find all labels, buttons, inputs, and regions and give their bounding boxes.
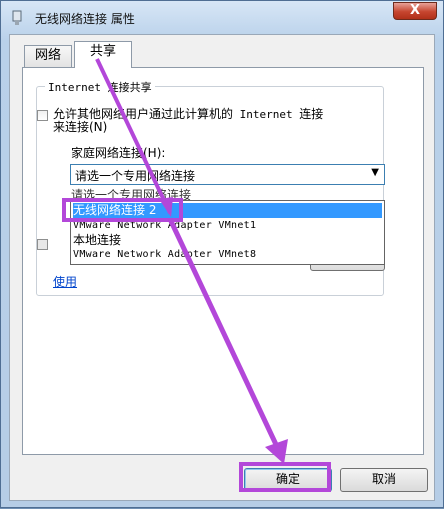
allow-label-line2: 来连接(N) [53, 120, 108, 134]
network-adapter-icon [12, 10, 22, 25]
window-title: 无线网络连接 属性 [35, 12, 135, 26]
use-link[interactable]: 使用 [53, 273, 77, 290]
allow-sharing-checkbox[interactable] [37, 110, 48, 121]
allow-label-part1: 允许其他网络用户通过此计算机的 [53, 107, 234, 121]
home-network-combobox[interactable]: 请选一个专用网络连接 ▼ [70, 164, 385, 185]
tab-network[interactable]: 网络 [24, 45, 72, 67]
list-item-local[interactable]: 本地连接 [73, 233, 382, 248]
close-button[interactable]: X [393, 2, 437, 20]
dialog-client: 网络 共享 Internet 连接共享 允许其他网络用户通过此计算机的 Inte… [9, 34, 435, 501]
annotation-highlight-option [62, 198, 183, 222]
home-network-label: 家庭网络连接(H): [71, 146, 166, 160]
dropdown-arrow-icon[interactable]: ▼ [371, 167, 379, 178]
allow-label-internet: Internet [233, 108, 300, 121]
annotation-highlight-ok [239, 462, 331, 492]
combo-selected-value: 请选一个专用网络连接 [75, 169, 196, 183]
list-item-vmnet8[interactable]: VMware Network Adapter VMnet8 [73, 247, 382, 262]
title-bar[interactable]: 无线网络连接 属性 X [1, 1, 443, 35]
allow-control-checkbox[interactable] [37, 239, 48, 250]
cancel-button[interactable]: 取消 [340, 468, 428, 492]
group-title: Internet 连接共享 [45, 79, 155, 95]
tab-sharing[interactable]: 共享 [74, 41, 132, 68]
allow-sharing-label[interactable]: 允许其他网络用户通过此计算机的 Internet 连接 来连接(N) [53, 108, 373, 134]
sharing-panel: Internet 连接共享 允许其他网络用户通过此计算机的 Internet 连… [22, 67, 424, 455]
properties-window: 无线网络连接 属性 X 网络 共享 Internet 连接共享 允许其他网络用户… [0, 0, 444, 508]
allow-label-part2: 连接 [299, 107, 324, 121]
